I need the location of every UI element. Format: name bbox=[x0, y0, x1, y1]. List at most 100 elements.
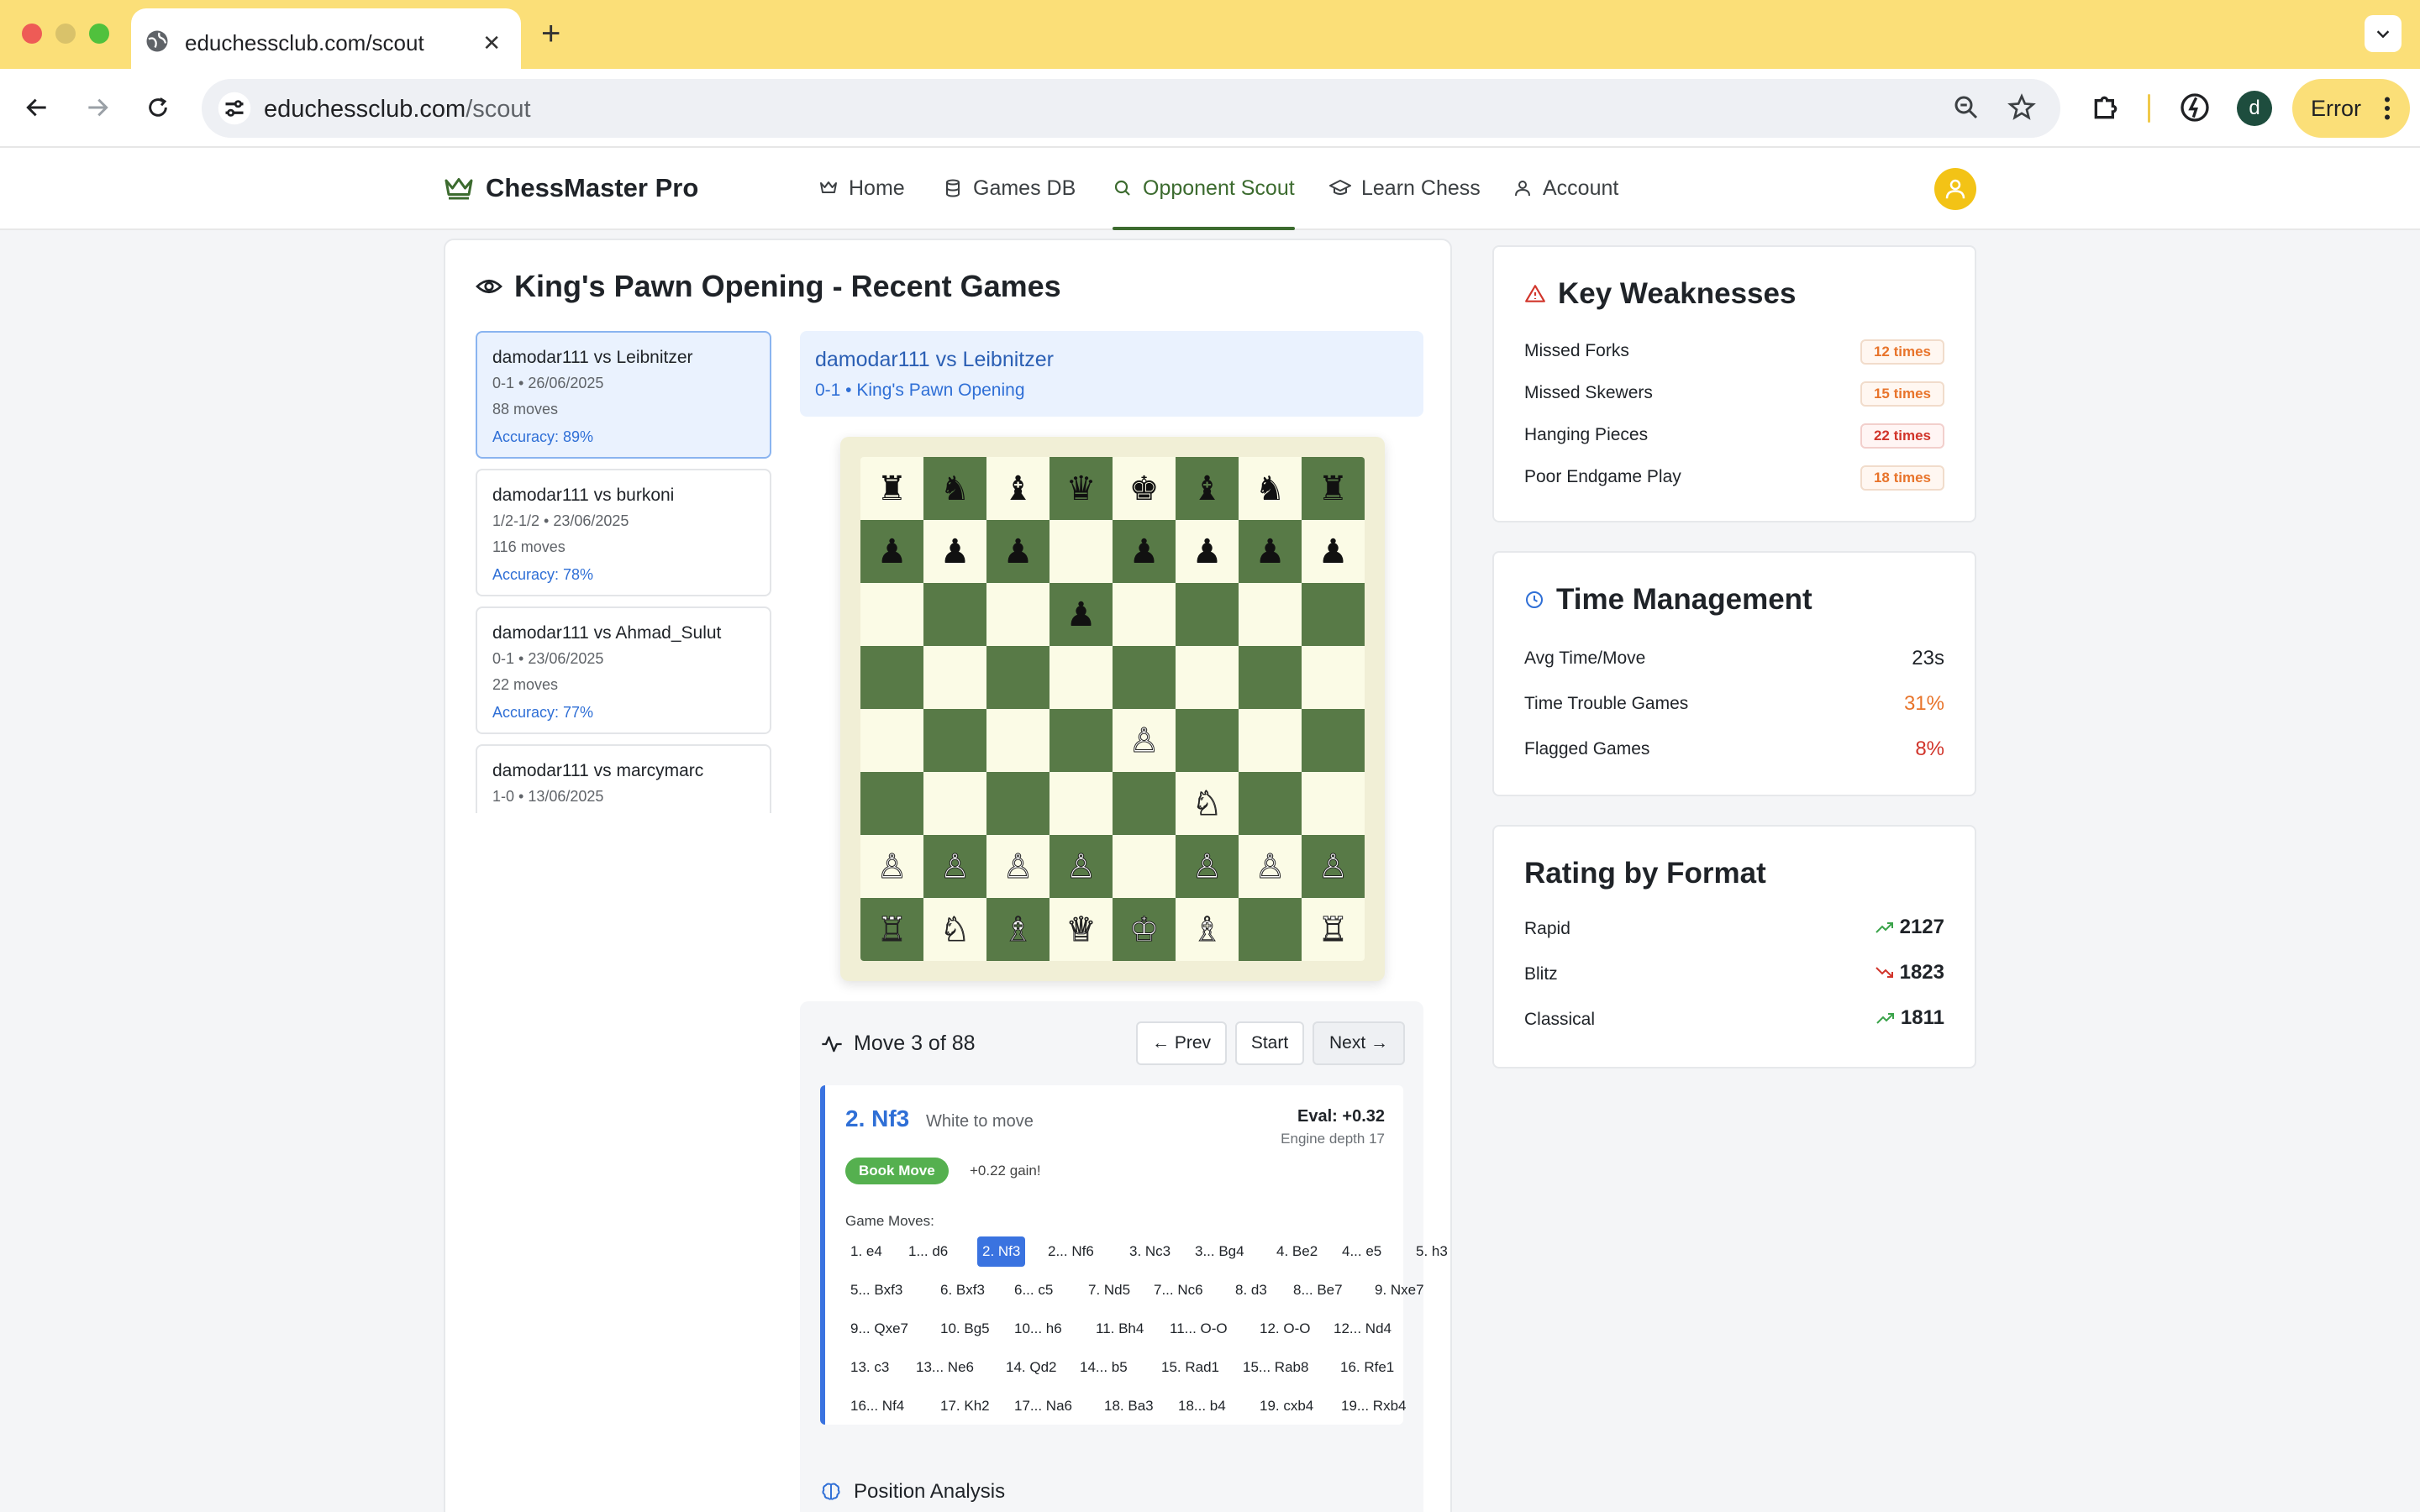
white-knight-piece[interactable]: ♘ bbox=[939, 912, 971, 947]
black-pawn-piece[interactable]: ♟ bbox=[940, 535, 971, 569]
square-c2[interactable]: ♙ bbox=[986, 835, 1050, 898]
black-bishop-piece[interactable]: ♝ bbox=[1003, 472, 1034, 506]
game-card[interactable]: damodar111 vs burkoni 1/2-1/2 • 23/06/20… bbox=[476, 469, 771, 596]
square-e6[interactable] bbox=[1113, 583, 1176, 646]
square-g2[interactable]: ♙ bbox=[1239, 835, 1302, 898]
square-a4[interactable] bbox=[860, 709, 923, 772]
move-chip[interactable]: 1... d6 bbox=[903, 1236, 953, 1267]
square-e7[interactable]: ♟ bbox=[1113, 520, 1176, 583]
black-pawn-piece[interactable]: ♟ bbox=[1255, 535, 1286, 569]
black-rook-piece[interactable]: ♜ bbox=[877, 472, 908, 506]
square-a2[interactable]: ♙ bbox=[860, 835, 923, 898]
white-bishop-piece[interactable]: ♗ bbox=[1192, 912, 1223, 947]
address-bar[interactable]: educhessclub.com/scout bbox=[202, 79, 2060, 138]
square-b4[interactable] bbox=[923, 709, 986, 772]
square-g8[interactable]: ♞ bbox=[1239, 457, 1302, 520]
white-pawn-piece[interactable]: ♙ bbox=[1002, 849, 1034, 884]
square-e1[interactable]: ♔ bbox=[1113, 898, 1176, 961]
white-pawn-piece[interactable]: ♙ bbox=[1255, 849, 1286, 884]
square-f6[interactable] bbox=[1176, 583, 1239, 646]
square-h7[interactable]: ♟ bbox=[1302, 520, 1365, 583]
square-a6[interactable] bbox=[860, 583, 923, 646]
square-c7[interactable]: ♟ bbox=[986, 520, 1050, 583]
black-pawn-piece[interactable]: ♟ bbox=[1318, 535, 1349, 569]
square-h4[interactable] bbox=[1302, 709, 1365, 772]
move-chip[interactable]: 7. Nd5 bbox=[1083, 1275, 1135, 1305]
square-f4[interactable] bbox=[1176, 709, 1239, 772]
square-b2[interactable]: ♙ bbox=[923, 835, 986, 898]
zoom-icon[interactable] bbox=[1951, 92, 1981, 123]
black-knight-piece[interactable]: ♞ bbox=[940, 472, 971, 506]
reload-button[interactable] bbox=[141, 91, 175, 124]
move-chip[interactable]: 8. d3 bbox=[1230, 1275, 1272, 1305]
move-chip[interactable]: 15... Rab8 bbox=[1238, 1352, 1313, 1383]
next-button[interactable]: Next → bbox=[1313, 1021, 1405, 1065]
white-rook-piece[interactable]: ♖ bbox=[1318, 912, 1349, 947]
square-e5[interactable] bbox=[1113, 646, 1176, 709]
square-h3[interactable] bbox=[1302, 772, 1365, 835]
game-card[interactable]: damodar111 vs marcymarc 1-0 • 13/06/2025 bbox=[476, 744, 771, 813]
forward-button[interactable] bbox=[81, 91, 114, 124]
move-chip[interactable]: 11... O-O bbox=[1165, 1314, 1233, 1344]
square-a1[interactable]: ♖ bbox=[860, 898, 923, 961]
error-menu-button[interactable]: Error bbox=[2292, 79, 2410, 138]
black-pawn-piece[interactable]: ♟ bbox=[1066, 598, 1097, 632]
square-h8[interactable]: ♜ bbox=[1302, 457, 1365, 520]
white-pawn-piece[interactable]: ♙ bbox=[876, 849, 908, 884]
nav-account[interactable]: Account bbox=[1512, 165, 1618, 212]
move-chip[interactable]: 8... Be7 bbox=[1288, 1275, 1348, 1305]
square-a7[interactable]: ♟ bbox=[860, 520, 923, 583]
move-chip[interactable]: 18. Ba3 bbox=[1099, 1391, 1159, 1421]
window-maximize-button[interactable] bbox=[89, 24, 109, 44]
move-chip[interactable]: 2... Nf6 bbox=[1043, 1236, 1099, 1267]
square-c1[interactable]: ♗ bbox=[986, 898, 1050, 961]
move-chip[interactable]: 5. h3 bbox=[1411, 1236, 1453, 1267]
square-d1[interactable]: ♕ bbox=[1050, 898, 1113, 961]
white-king-piece[interactable]: ♔ bbox=[1128, 912, 1160, 947]
square-b1[interactable]: ♘ bbox=[923, 898, 986, 961]
move-chip[interactable]: 2. Nf3 bbox=[977, 1236, 1026, 1267]
square-h2[interactable]: ♙ bbox=[1302, 835, 1365, 898]
square-g3[interactable] bbox=[1239, 772, 1302, 835]
black-pawn-piece[interactable]: ♟ bbox=[877, 535, 908, 569]
move-chip[interactable]: 19. cxb4 bbox=[1255, 1391, 1318, 1421]
move-chip[interactable]: 4... e5 bbox=[1337, 1236, 1386, 1267]
move-chip[interactable]: 6... c5 bbox=[1009, 1275, 1058, 1305]
square-e4[interactable]: ♙ bbox=[1113, 709, 1176, 772]
move-chip[interactable]: 14... b5 bbox=[1075, 1352, 1133, 1383]
square-c8[interactable]: ♝ bbox=[986, 457, 1050, 520]
square-g5[interactable] bbox=[1239, 646, 1302, 709]
white-knight-piece[interactable]: ♘ bbox=[1192, 786, 1223, 821]
brand-logo-link[interactable]: ChessMaster Pro bbox=[444, 173, 698, 203]
bookmark-star-icon[interactable] bbox=[2007, 92, 2037, 123]
tab-search-button[interactable] bbox=[2365, 15, 2402, 52]
square-d2[interactable]: ♙ bbox=[1050, 835, 1113, 898]
profile-avatar[interactable]: d bbox=[2237, 91, 2272, 126]
square-d4[interactable] bbox=[1050, 709, 1113, 772]
user-menu-button[interactable] bbox=[1934, 168, 1976, 210]
square-b8[interactable]: ♞ bbox=[923, 457, 986, 520]
game-list[interactable]: damodar111 vs Leibnitzer 0-1 • 26/06/202… bbox=[476, 331, 771, 813]
move-chip[interactable]: 13... Ne6 bbox=[911, 1352, 979, 1383]
move-chip[interactable]: 13. c3 bbox=[845, 1352, 894, 1383]
move-chip[interactable]: 17... Na6 bbox=[1009, 1391, 1077, 1421]
white-pawn-piece[interactable]: ♙ bbox=[1192, 849, 1223, 884]
square-g6[interactable] bbox=[1239, 583, 1302, 646]
window-close-button[interactable] bbox=[22, 24, 42, 44]
start-button[interactable]: Start bbox=[1235, 1021, 1304, 1065]
move-chip[interactable]: 11. Bh4 bbox=[1091, 1314, 1149, 1344]
site-settings-icon[interactable] bbox=[217, 91, 252, 126]
game-card[interactable]: damodar111 vs Ahmad_Sulut 0-1 • 23/06/20… bbox=[476, 606, 771, 734]
white-queen-piece[interactable]: ♕ bbox=[1065, 912, 1097, 947]
move-chip[interactable]: 5... Bxf3 bbox=[845, 1275, 908, 1305]
black-queen-piece[interactable]: ♛ bbox=[1066, 472, 1097, 506]
chessboard[interactable]: ♜ ♞ ♝ ♛ ♚ ♝ ♞ ♜ ♟ ♟ ♟ ♟ ♟ ♟ ♟ ♟ ♙ ♘ ♙ ♙ ♙ ♙ ♙ ♙ ♙ ♖ ♘ ♗ ♕ ♔ ♗ ♖ bbox=[860, 457, 1365, 961]
square-f5[interactable] bbox=[1176, 646, 1239, 709]
square-c6[interactable] bbox=[986, 583, 1050, 646]
nav-opponent-scout[interactable]: Opponent Scout bbox=[1113, 165, 1295, 230]
square-h6[interactable] bbox=[1302, 583, 1365, 646]
square-c3[interactable] bbox=[986, 772, 1050, 835]
new-tab-button[interactable]: + bbox=[541, 17, 560, 50]
square-a3[interactable] bbox=[860, 772, 923, 835]
window-minimize-button[interactable] bbox=[55, 24, 76, 44]
